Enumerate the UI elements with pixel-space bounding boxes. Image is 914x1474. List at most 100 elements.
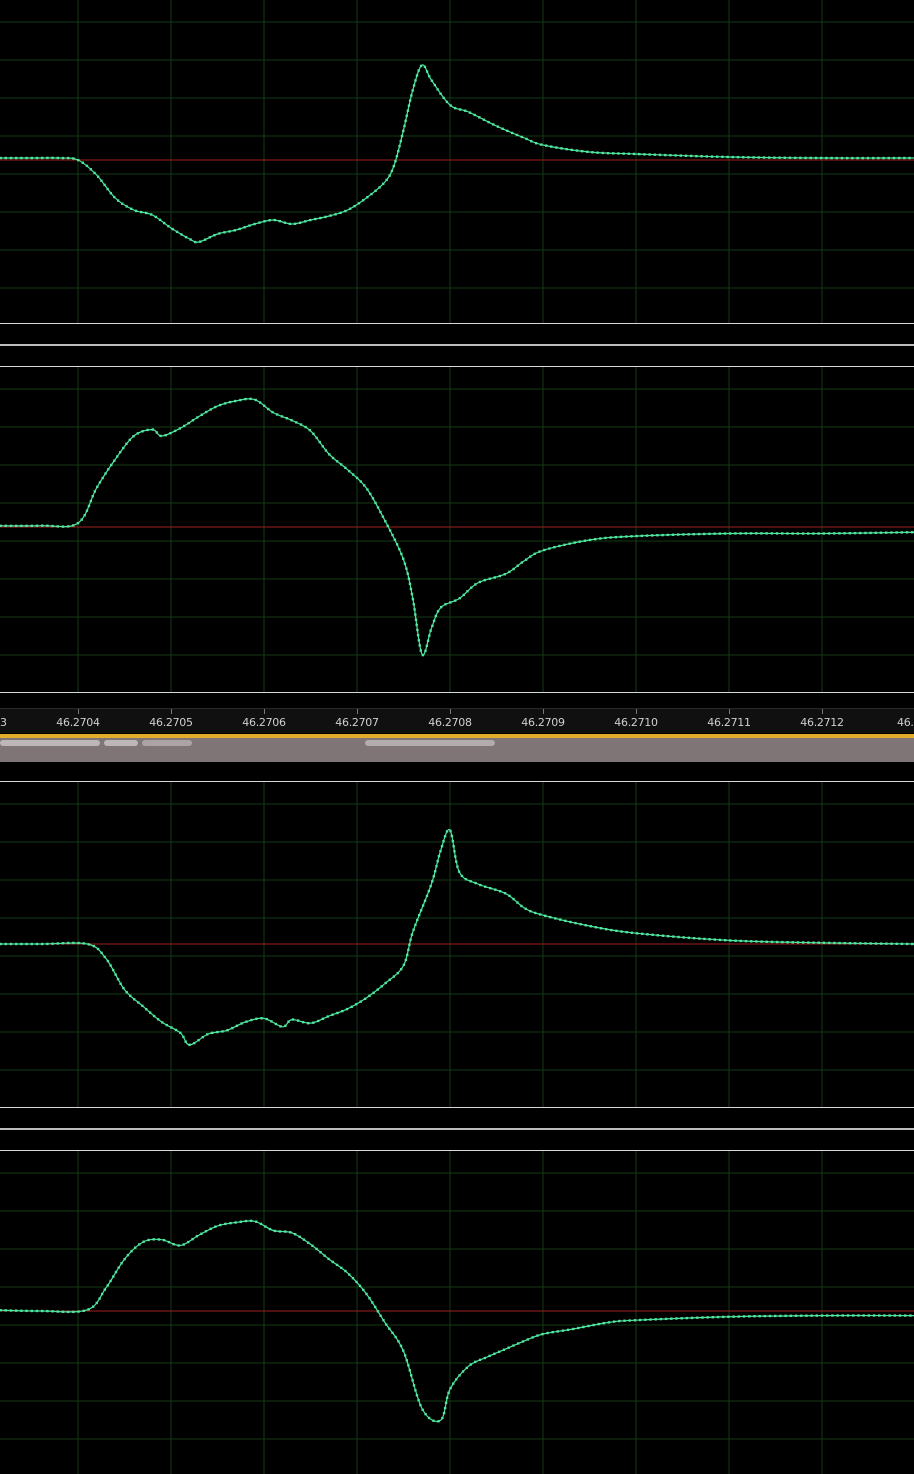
sample-point [155,431,159,434]
sample-point [154,215,158,219]
sample-point [394,159,397,163]
scrollbar-thumb[interactable] [0,740,100,746]
sample-point [209,408,212,411]
sample-point [833,941,836,945]
sample-point [455,1378,458,1381]
sample-point [255,1017,258,1020]
sample-point [151,428,154,431]
sample-point [586,150,589,153]
sample-point [721,155,724,159]
sample-point [429,629,432,632]
channel-divider[interactable] [0,344,914,346]
sample-point [359,480,363,483]
sample-point [353,204,356,208]
sample-point [843,941,846,945]
sample-point [815,1314,819,1317]
sample-point [391,1331,394,1335]
sample-point [435,865,438,868]
sample-point [15,156,18,160]
sample-point [206,1033,209,1036]
sample-point [30,1309,33,1313]
sample-point [587,1324,590,1328]
sample-point [512,567,515,571]
sample-point [449,1386,452,1390]
sample-point [288,222,292,226]
sample-point [607,1321,611,1324]
sample-point [233,229,236,232]
sample-point [508,570,511,574]
waveform-lane-channel-1-top[interactable] [0,0,914,323]
sample-point [407,948,410,952]
sample-point [488,1354,491,1358]
sample-point [503,573,506,576]
sample-point [664,1317,668,1321]
sample-point [609,536,612,539]
sample-point [758,1314,761,1318]
sample-point [304,425,307,429]
sample-point [908,156,911,160]
sample-point [72,524,75,527]
sample-point [904,1314,907,1317]
sample-point [101,476,104,480]
sample-point [867,1314,871,1317]
sample-point [103,1288,106,1291]
sample-point [645,534,649,537]
sample-point [56,942,59,945]
sample-point [263,404,266,407]
sample-point [661,533,664,537]
sample-point [861,156,864,160]
sample-point [83,514,86,517]
sample-point [623,1319,626,1322]
sample-point [268,1227,272,1231]
sample-point [95,1301,98,1305]
sample-point [395,154,399,158]
sample-point [869,942,872,945]
sample-point [843,532,846,535]
sample-point [796,532,800,535]
sample-point [432,875,436,878]
sample-point [763,1314,767,1318]
ruler-tick-mark [357,709,358,714]
sample-point [741,156,745,159]
sample-point [658,153,662,157]
sample-point [20,1309,23,1312]
sample-point [451,839,455,843]
sample-point [179,1031,182,1035]
sample-point [444,1401,448,1405]
sample-point [706,1316,709,1319]
sample-point [496,125,500,128]
sample-point [341,1009,344,1013]
sample-point [433,870,437,873]
sample-point [447,1391,450,1395]
waveform-lane-channel-2-top[interactable] [0,367,914,692]
sample-point [295,421,298,424]
sample-point [625,930,628,934]
sample-point [182,1243,185,1246]
sample-point [142,1240,145,1243]
waveform-lane-channel-2-bottom[interactable] [0,1151,914,1474]
sample-point [229,1221,232,1225]
sample-point [80,518,83,521]
sample-point [575,149,579,152]
sample-point [830,156,833,160]
sample-point [487,120,490,124]
sample-point [351,1276,355,1280]
sample-point [520,904,523,908]
sample-point [361,199,365,202]
sample-point [478,1358,482,1362]
time-ruler[interactable]: 3 46.2704 46.2705 46.2706 46.2707 46.2708 46.2… [0,708,914,733]
channel-divider[interactable] [0,1128,914,1130]
sample-point [593,537,597,541]
sample-point [273,218,276,222]
sample-point [788,156,792,160]
sample-point [437,1420,440,1423]
waveform-lane-channel-1-bottom[interactable] [0,782,914,1107]
sample-point [544,144,548,147]
sample-point [234,399,237,403]
sample-point [539,913,542,916]
sample-point [40,1309,44,1313]
sample-point [384,520,387,523]
sample-point [869,531,872,535]
sample-point [46,1309,49,1313]
sample-point [784,1314,787,1318]
